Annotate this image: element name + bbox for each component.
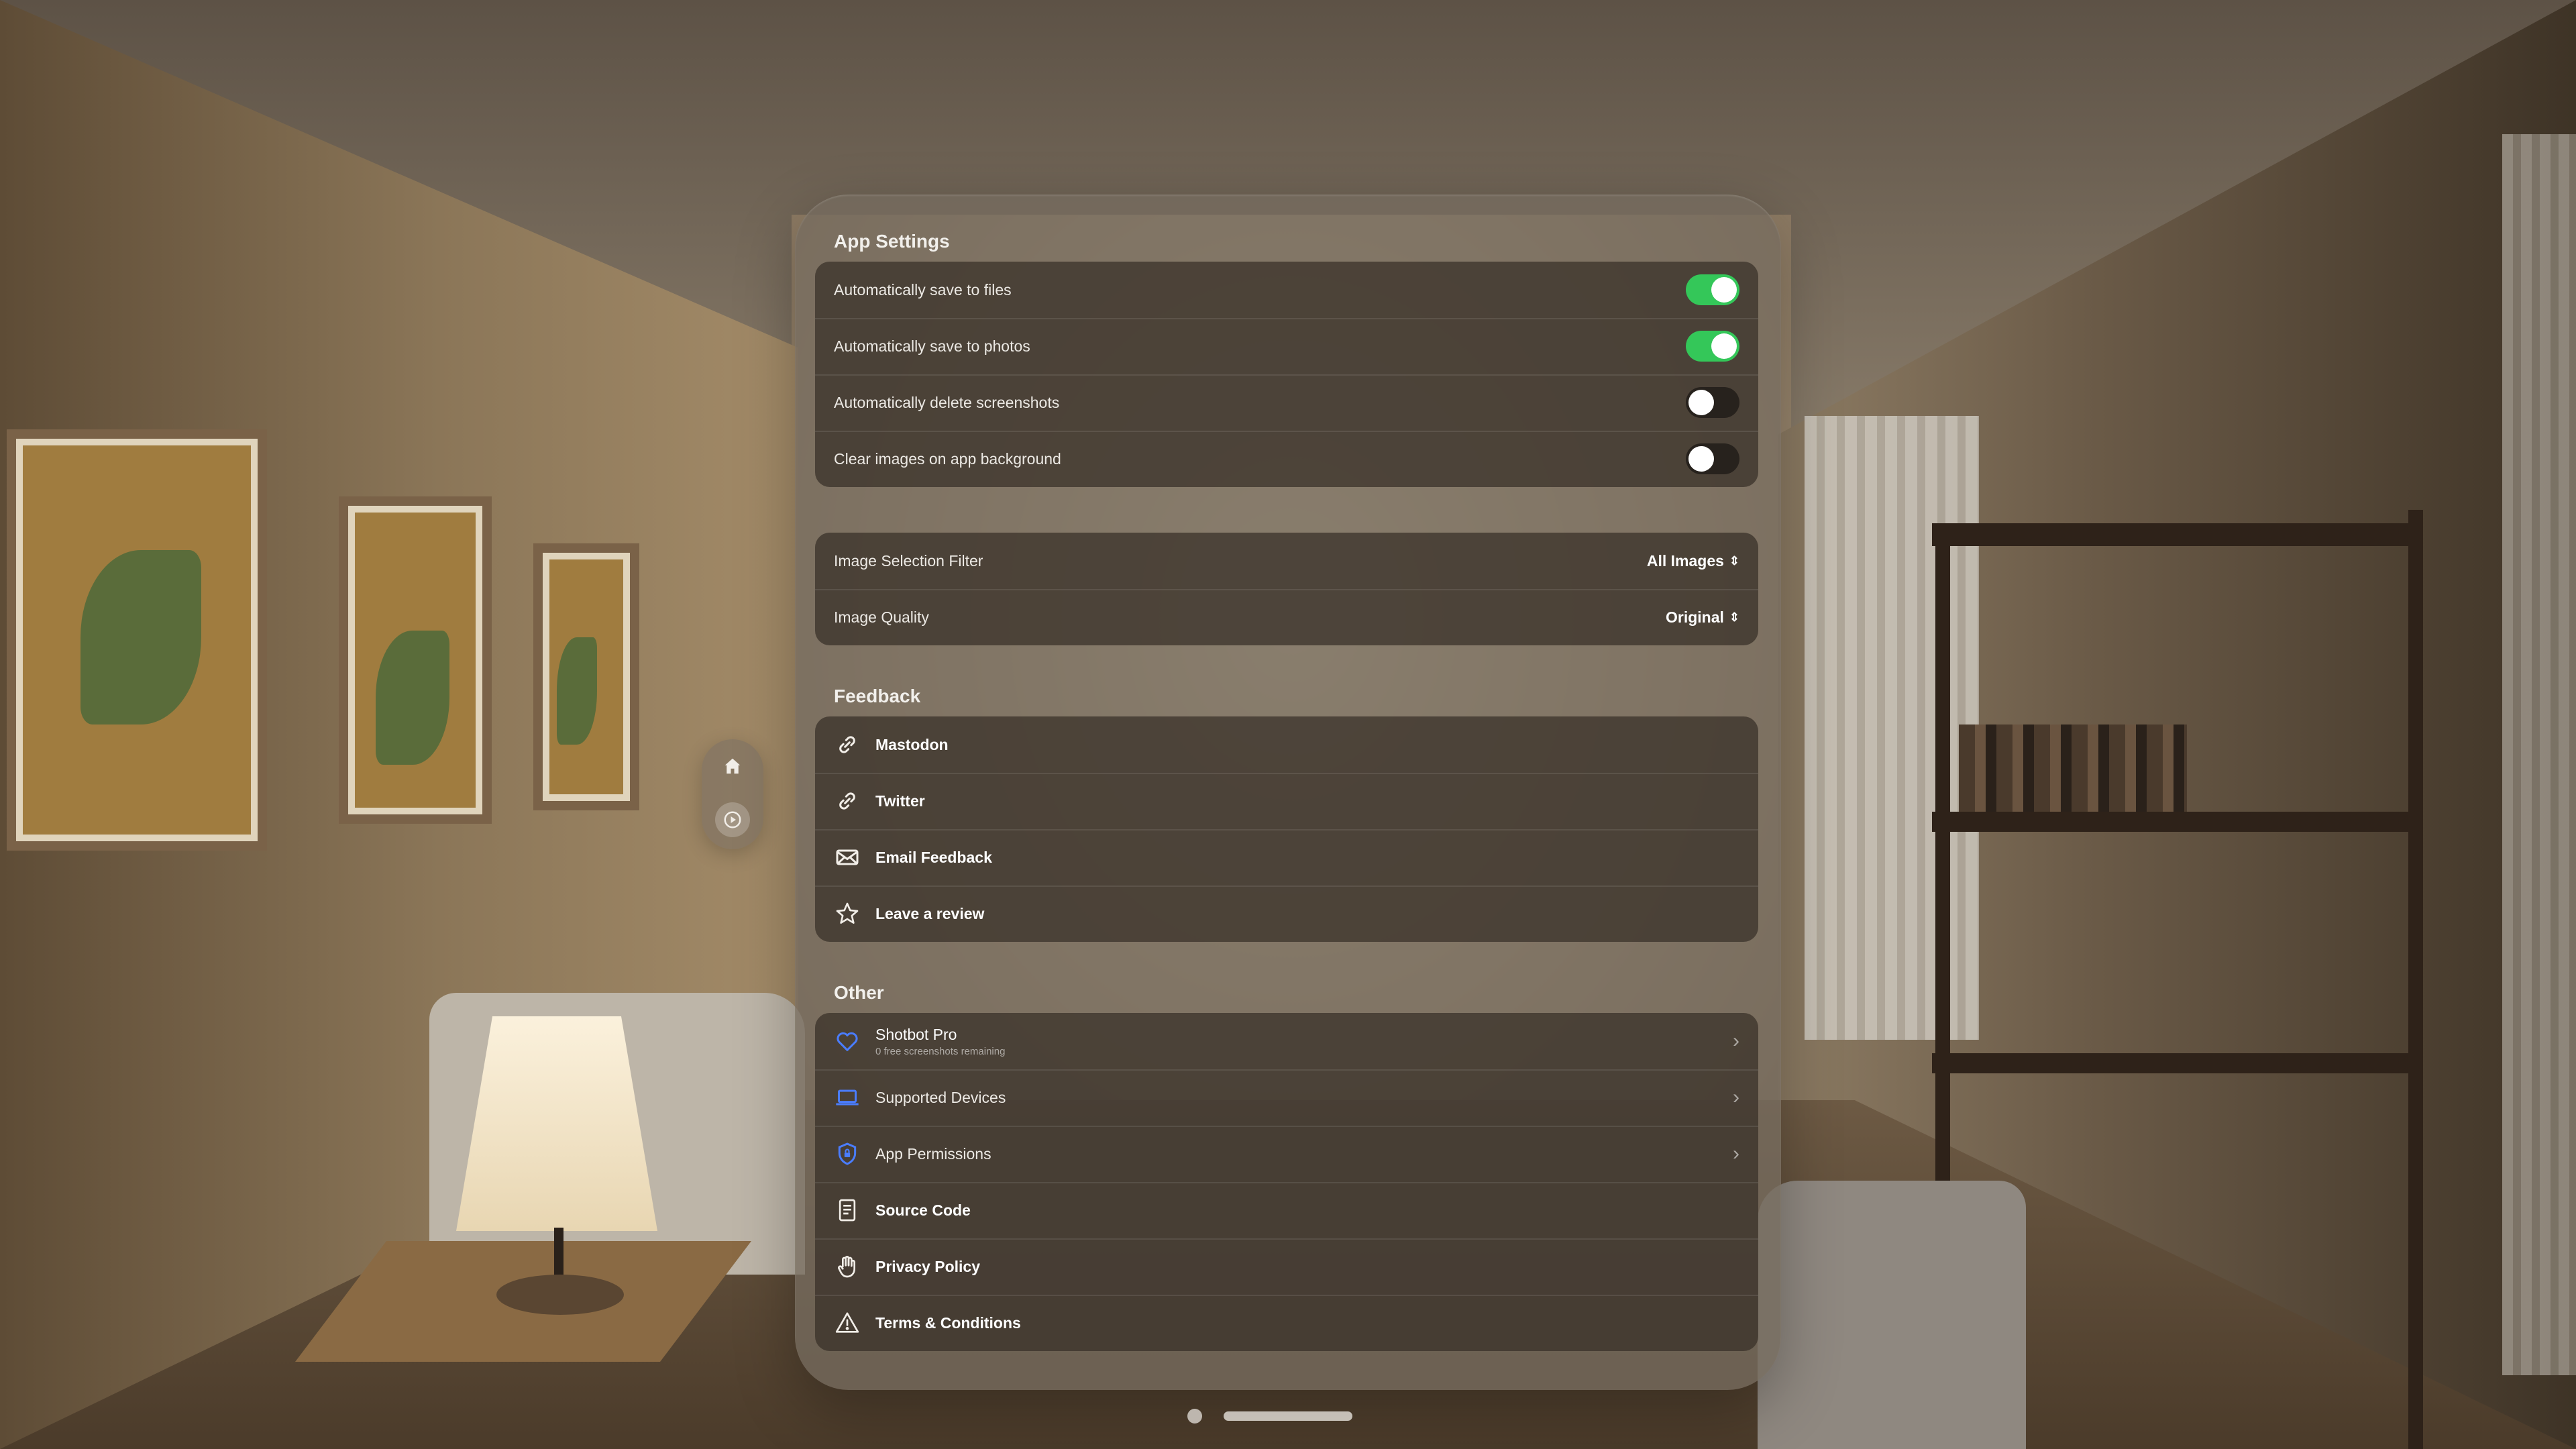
link-icon — [834, 788, 861, 814]
envelope-icon — [834, 844, 861, 871]
side-curtain — [2502, 134, 2576, 1375]
toggle-knob — [1711, 333, 1737, 359]
heart-icon — [834, 1028, 861, 1055]
hand-icon — [834, 1253, 861, 1280]
feedback-row-email[interactable]: Email Feedback — [815, 829, 1758, 885]
bookshelf-post-2 — [2408, 510, 2423, 1449]
toggle-row-delete-screenshots[interactable]: Automatically delete screenshots — [815, 374, 1758, 431]
toggle-switch[interactable] — [1686, 331, 1739, 362]
other-label: Supported Devices — [875, 1088, 1006, 1106]
free-screenshots-remaining: 0 free screenshots remaining — [875, 1045, 1006, 1057]
chevron-up-down-icon: ⇕ — [1729, 554, 1739, 568]
app-settings-group: Automatically save to files Automaticall… — [815, 262, 1758, 487]
warning-icon — [834, 1309, 861, 1336]
picker-row-image-quality[interactable]: Image Quality Original ⇕ — [815, 589, 1758, 645]
feedback-row-review[interactable]: Leave a review — [815, 885, 1758, 942]
chevron-right-icon: › — [1733, 1142, 1739, 1165]
other-row-supported-devices[interactable]: Supported Devices › — [815, 1069, 1758, 1126]
lamp-base — [496, 1275, 624, 1315]
chevron-right-icon: › — [1733, 1030, 1739, 1052]
settings-tab[interactable] — [715, 802, 750, 837]
feedback-group: Mastodon Twitter Email Feedback Leave a … — [815, 716, 1758, 942]
picker-label: Image Selection Filter — [834, 551, 983, 570]
tab-ornament — [702, 739, 763, 849]
star-icon — [834, 900, 861, 927]
books — [1959, 724, 2187, 812]
toggle-switch[interactable] — [1686, 387, 1739, 418]
feedback-row-twitter[interactable]: Twitter — [815, 773, 1758, 829]
section-title-other: Other — [834, 982, 884, 1003]
toggle-row-save-files[interactable]: Automatically save to files — [815, 262, 1758, 318]
other-group: Shotbot Pro 0 free screenshots remaining… — [815, 1013, 1758, 1351]
other-row-source-code[interactable]: Source Code — [815, 1182, 1758, 1238]
chevron-right-icon: › — [1733, 1086, 1739, 1108]
armchair — [1758, 1181, 2026, 1449]
section-title-app-settings: App Settings — [834, 231, 950, 252]
toggle-knob — [1688, 390, 1714, 415]
other-label: Shotbot Pro — [875, 1025, 957, 1043]
laptop-icon — [834, 1084, 861, 1111]
toggle-switch[interactable] — [1686, 274, 1739, 305]
other-label: Privacy Policy — [875, 1257, 980, 1275]
image-selection-filter-picker[interactable]: All Images ⇕ — [1647, 552, 1739, 570]
link-icon — [834, 731, 861, 758]
shield-icon — [834, 1140, 861, 1167]
image-quality-picker[interactable]: Original ⇕ — [1666, 608, 1739, 627]
image-options-group: Image Selection Filter All Images ⇕ Imag… — [815, 533, 1758, 645]
toggle-label: Clear images on app background — [834, 449, 1061, 468]
toggle-label: Automatically save to photos — [834, 337, 1030, 355]
other-row-terms[interactable]: Terms & Conditions — [815, 1295, 1758, 1351]
feedback-label: Twitter — [875, 792, 925, 810]
play-circle-icon — [724, 811, 741, 828]
document-icon — [834, 1197, 861, 1224]
toggle-row-clear-images[interactable]: Clear images on app background — [815, 431, 1758, 487]
shotbot-pro-text: Shotbot Pro 0 free screenshots remaining — [875, 1026, 1005, 1057]
wall-art-1-plant — [80, 550, 201, 724]
other-row-app-permissions[interactable]: App Permissions › — [815, 1126, 1758, 1182]
settings-window: App Settings Automatically save to files… — [795, 195, 1781, 1390]
home-tab[interactable] — [715, 749, 750, 784]
house-icon — [724, 758, 741, 774]
window-close-dot[interactable] — [1187, 1409, 1202, 1424]
toggle-knob — [1711, 277, 1737, 303]
chevron-up-down-icon: ⇕ — [1729, 610, 1739, 624]
feedback-label: Leave a review — [875, 904, 985, 922]
wall-art-3-plant — [557, 637, 597, 745]
feedback-label: Email Feedback — [875, 848, 992, 866]
picker-label: Image Quality — [834, 608, 929, 626]
section-title-feedback: Feedback — [834, 686, 921, 706]
feedback-label: Mastodon — [875, 735, 949, 753]
bookshelf-mid — [1932, 812, 2415, 832]
toggle-label: Automatically delete screenshots — [834, 393, 1060, 411]
bookshelf-low — [1932, 1053, 2415, 1073]
window-curtain — [1805, 416, 1979, 1040]
feedback-row-mastodon[interactable]: Mastodon — [815, 716, 1758, 773]
picker-value: Original — [1666, 608, 1724, 626]
toggle-switch[interactable] — [1686, 443, 1739, 474]
other-label: Source Code — [875, 1201, 971, 1219]
wall-art-2-plant — [376, 631, 449, 765]
picker-row-image-selection-filter[interactable]: Image Selection Filter All Images ⇕ — [815, 533, 1758, 589]
picker-value: All Images — [1646, 551, 1724, 570]
toggle-knob — [1688, 446, 1714, 472]
other-label: App Permissions — [875, 1144, 991, 1163]
toggle-row-save-photos[interactable]: Automatically save to photos — [815, 318, 1758, 374]
toggle-label: Automatically save to files — [834, 280, 1012, 299]
settings-content: App Settings Automatically save to files… — [815, 229, 1758, 1351]
other-row-privacy-policy[interactable]: Privacy Policy — [815, 1238, 1758, 1295]
other-row-shotbot-pro[interactable]: Shotbot Pro 0 free screenshots remaining… — [815, 1013, 1758, 1069]
bookshelf-top — [1932, 523, 2415, 546]
window-grabber[interactable] — [1224, 1411, 1352, 1421]
other-label: Terms & Conditions — [875, 1313, 1021, 1332]
